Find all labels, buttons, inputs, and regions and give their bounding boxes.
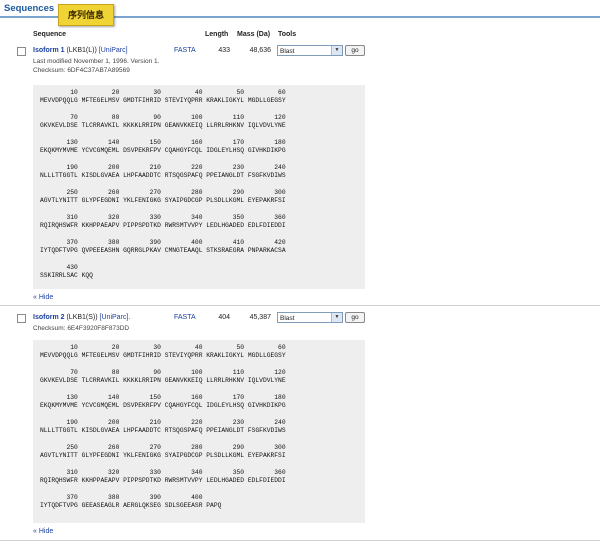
sequence-line: IYTQDFTVPG QVPEEEASHN GQRRGLPKAV CMNGTEA…	[40, 247, 286, 254]
isoform-name-link[interactable]: Isoform 1	[33, 47, 65, 54]
uniparc-link[interactable]: [UniParc]	[99, 47, 128, 54]
header-length: Length	[205, 31, 229, 38]
position-ruler: 10 20 30 40 50 60	[40, 344, 286, 351]
sequence-block: 130 140 150 160 170 180 EKQKMYMVME YCVCGM…	[40, 394, 286, 410]
go-button[interactable]: go	[345, 312, 365, 323]
go-button[interactable]: go	[345, 45, 365, 56]
sequence-block: 430 SSKIRRLSAC KQQ	[40, 264, 93, 280]
sequence-block: 370 380 390 400 IYTQDFTVPG GEEASEAGLR AER…	[40, 494, 221, 510]
isoform-alias: (LKB1(L))	[66, 47, 97, 54]
mass-value: 45,387	[249, 314, 271, 321]
sequence-block: 10 20 30 40 50 60 MEVVDPQQLG MFTEGELMSV G…	[40, 89, 286, 105]
sequence-block: 310 320 330 340 350 360 RQIRQHSWFR KKHPPA…	[40, 469, 286, 485]
position-ruler: 370 380 390 400 410 420	[40, 239, 286, 246]
isoform-name-link[interactable]: Isoform 2	[33, 314, 65, 321]
tool-select-value: Blast	[280, 315, 295, 322]
sequence-block: 250 260 270 280 290 300 AGVTLYNITT GLYPFE…	[40, 189, 286, 205]
section-title: Sequences	[4, 3, 55, 14]
position-ruler: 70 80 90 100 110 120	[40, 369, 286, 376]
position-ruler: 70 80 90 100 110 120	[40, 114, 286, 121]
sequence-line: MEVVDPQQLG MFTEGELMSV GMDTFIHRID STEVIYQ…	[40, 97, 286, 104]
isoform-title: Isoform 2 (LKB1(S)) [UniParc].	[33, 314, 130, 321]
position-ruler: 430	[40, 264, 78, 271]
sequence-block: 310 320 330 340 350 360 RQIRQHSWFR KKHPPA…	[40, 214, 286, 230]
sequence-line: RQIRQHSWFR KKHPPAEAPV PIPPSPDTKD RWRSMTV…	[40, 477, 286, 484]
isoform-checkbox[interactable]	[17, 314, 26, 323]
hide-link[interactable]: « Hide	[33, 294, 53, 301]
annotation-label: 序列信息	[58, 4, 114, 26]
sequence-block: 130 140 150 160 170 180 EKQKMYMVME YCVCGM…	[40, 139, 286, 155]
tool-select[interactable]: Blast ▼	[277, 312, 343, 323]
checksum: Checksum: 6DF4C37AB7A89569	[33, 67, 130, 74]
position-ruler: 190 200 210 220 230 240	[40, 419, 286, 426]
row-divider	[0, 540, 600, 541]
sequence-box: 10 20 30 40 50 60 MEVVDPQQLG MFTEGELMSV G…	[33, 85, 365, 289]
position-ruler: 250 260 270 280 290 300	[40, 444, 286, 451]
sequence-box: 10 20 30 40 50 60 MEVVDPQQLG MFTEGELMSV G…	[33, 340, 365, 523]
row-divider	[0, 305, 600, 306]
sequence-line: EKQKMYMVME YCVCGMQEML DSVPEKRFPV CQAHGYF…	[40, 402, 286, 409]
isoform-title: Isoform 1 (LKB1(L)) [UniParc]	[33, 47, 128, 54]
sequence-line: AGVTLYNITT GLYPFEGDNI YKLFENIGKG SYAIPGD…	[40, 452, 286, 459]
position-ruler: 370 380 390 400	[40, 494, 203, 501]
sequence-block: 250 260 270 280 290 300 AGVTLYNITT GLYPFE…	[40, 444, 286, 460]
sequence-block: 190 200 210 220 230 240 NLLLTTGGTL KISDLG…	[40, 419, 286, 435]
isoform-row: Isoform 1 (LKB1(L)) [UniParc] FASTA 433 …	[0, 45, 600, 58]
chevron-down-icon: ▼	[331, 313, 342, 322]
isoform-checkbox[interactable]	[17, 47, 26, 56]
position-ruler: 190 200 210 220 230 240	[40, 164, 286, 171]
sequence-line: RQIRQHSWFR KKHPPAEAPV PIPPSPDTKD RWRSMTV…	[40, 222, 286, 229]
sequence-line: SSKIRRLSAC KQQ	[40, 272, 93, 279]
sequence-block: 190 200 210 220 230 240 NLLLTTGGTL KISDLG…	[40, 164, 286, 180]
sequence-line: EKQKMYMVME YCVCGMQEML DSVPEKRFPV CQAHGYF…	[40, 147, 286, 154]
sequence-block: 370 380 390 400 410 420 IYTQDFTVPG QVPEEE…	[40, 239, 286, 255]
header-mass: Mass (Da)	[237, 31, 271, 38]
chevron-down-icon: ▼	[331, 46, 342, 55]
position-ruler: 250 260 270 280 290 300	[40, 189, 286, 196]
sequence-line: AGVTLYNITT GLYPFEGDNI YKLFENIGKG SYAIPGD…	[40, 197, 286, 204]
fasta-link[interactable]: FASTA	[174, 47, 196, 54]
length-value: 433	[218, 47, 230, 54]
sequence-line: IYTQDFTVPG GEEASEAGLR AERGLQKSEG SDLSGEE…	[40, 502, 222, 509]
sequence-line: NLLLTTGGTL KISDLGVAEA LHPFAADDTC RTSQGSP…	[40, 427, 286, 434]
header-tools: Tools	[278, 31, 297, 38]
tool-select[interactable]: Blast ▼	[277, 45, 343, 56]
length-value: 404	[218, 314, 230, 321]
isoform-alias: (LKB1(S))	[66, 314, 98, 321]
last-modified: Last modified November 1, 1996. Version …	[33, 58, 160, 65]
fasta-link[interactable]: FASTA	[174, 314, 196, 321]
checksum: Checksum: 6E4F3920F8F873DD	[33, 325, 130, 332]
uniparc-link[interactable]: [UniParc].	[100, 314, 131, 321]
sequence-line: GKVKEVLDSE TLCRRAVKIL KKKKLRRIPN GEANVKK…	[40, 122, 286, 129]
position-ruler: 10 20 30 40 50 60	[40, 89, 286, 96]
isoform-row: Isoform 2 (LKB1(S)) [UniParc]. FASTA 404…	[0, 312, 600, 325]
sequence-line: NLLLTTGGTL KISDLGVAEA LHPFAADDTC RTSQGSP…	[40, 172, 286, 179]
sequence-block: 10 20 30 40 50 60 MEVVDPQQLG MFTEGELMSV G…	[40, 344, 286, 360]
header-sequence: Sequence	[33, 31, 67, 38]
position-ruler: 130 140 150 160 170 180	[40, 139, 286, 146]
sequence-block: 70 80 90 100 110 120 GKVKEVLDSE TLCRRAVKI…	[40, 114, 286, 130]
sequence-line: MEVVDPQQLG MFTEGELMSV GMDTFIHRID STEVIYQ…	[40, 352, 286, 359]
position-ruler: 310 320 330 340 350 360	[40, 469, 286, 476]
sequence-block: 70 80 90 100 110 120 GKVKEVLDSE TLCRRAVKI…	[40, 369, 286, 385]
position-ruler: 310 320 330 340 350 360	[40, 214, 286, 221]
tool-select-value: Blast	[280, 48, 295, 55]
hide-link[interactable]: « Hide	[33, 528, 53, 535]
mass-value: 48,636	[249, 47, 271, 54]
position-ruler: 130 140 150 160 170 180	[40, 394, 286, 401]
sequence-line: GKVKEVLDSE TLCRRAVKIL KKKKLRRIPN GEANVKK…	[40, 377, 286, 384]
